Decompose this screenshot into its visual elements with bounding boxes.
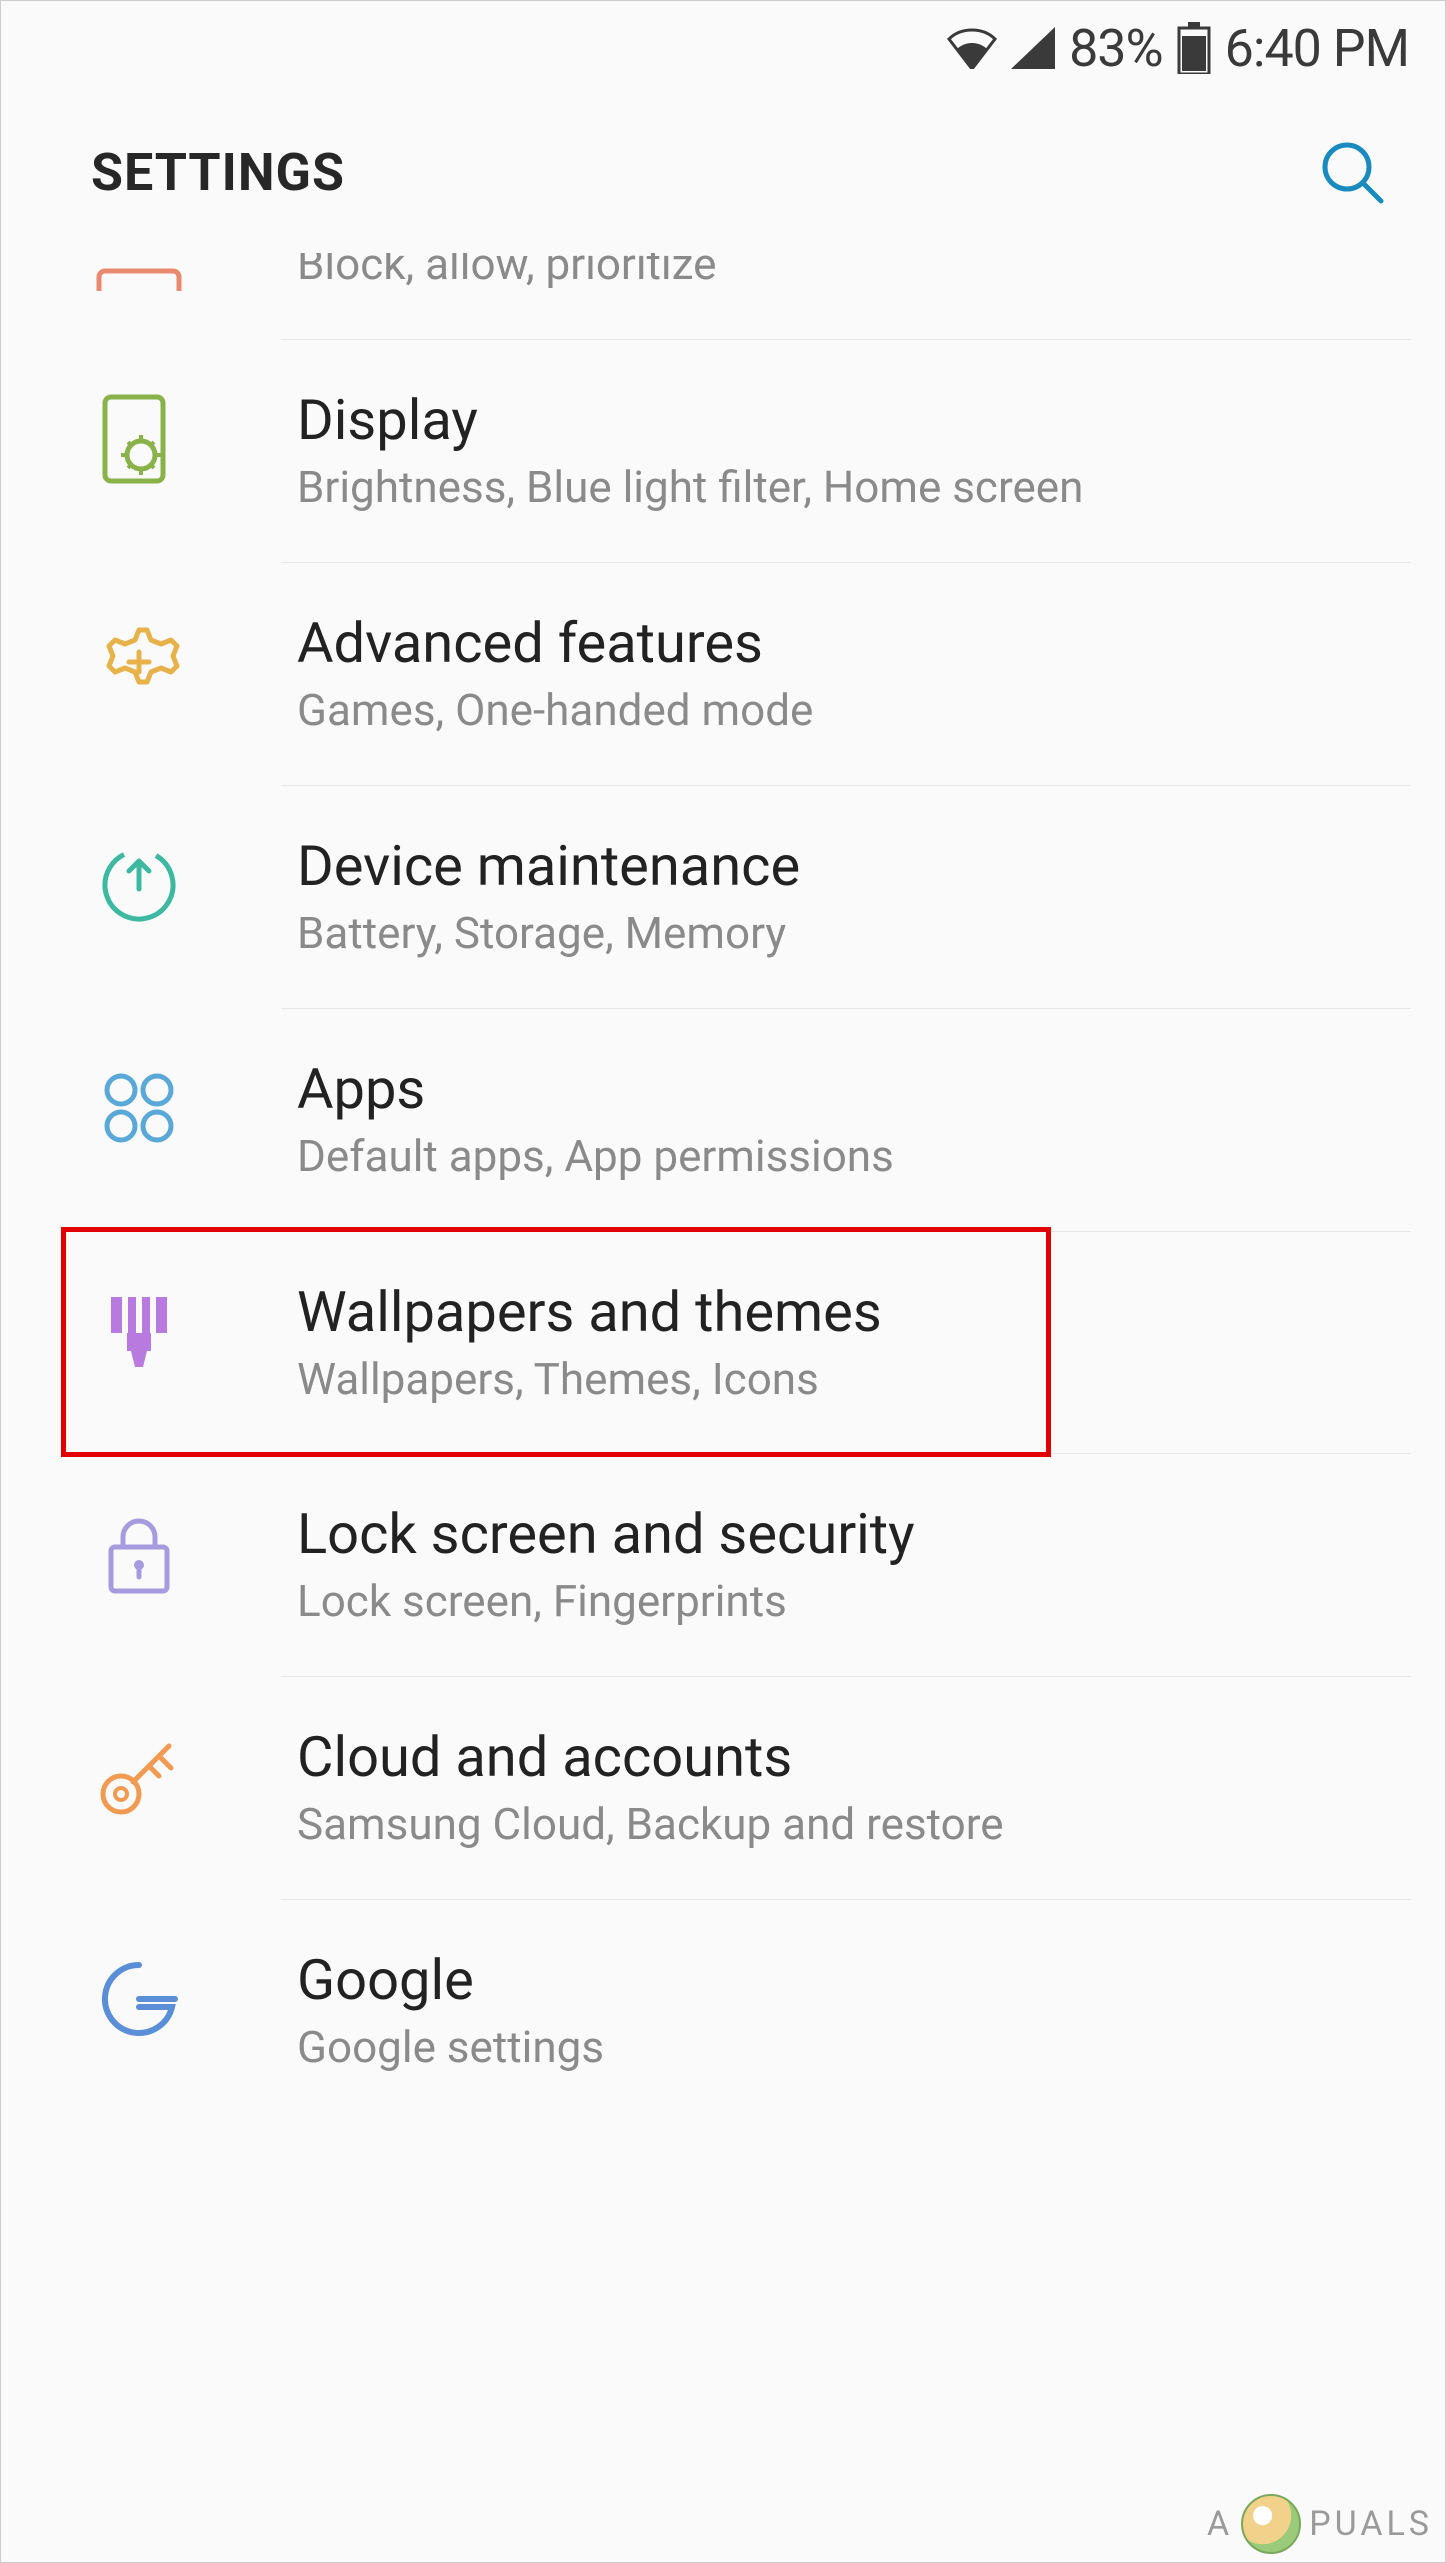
settings-item-sub: Default apps, App permissions [297, 1130, 894, 1183]
settings-item-cloud-accounts[interactable]: Cloud and accounts Samsung Cloud, Backup… [1, 1676, 1445, 1899]
apps-icon [91, 1060, 187, 1156]
clock-text: 6:40 PM [1225, 18, 1409, 79]
settings-item-sub: Battery, Storage, Memory [297, 907, 800, 960]
wallpapers-icon [91, 1283, 187, 1379]
settings-item-sub: Lock screen, Fingerprints [297, 1575, 915, 1628]
advanced-features-icon [91, 614, 187, 710]
notifications-icon [91, 253, 187, 291]
settings-item-title: Cloud and accounts [297, 1724, 1004, 1790]
watermark-text-a: A [1207, 2504, 1233, 2544]
watermark: A PUALS [1207, 2494, 1433, 2554]
settings-item-sub: Wallpapers, Themes, Icons [297, 1353, 882, 1406]
settings-item-sub: Brightness, Blue light filter, Home scre… [297, 461, 1083, 514]
device-maintenance-icon [91, 837, 187, 933]
battery-icon [1177, 22, 1211, 74]
page-title: SETTINGS [91, 142, 345, 203]
lock-icon [91, 1505, 187, 1601]
google-icon [91, 1951, 187, 2047]
battery-percentage: 83% [1069, 18, 1163, 79]
settings-item-sub: Games, One-handed mode [297, 684, 813, 737]
settings-item-title: Lock screen and security [297, 1501, 915, 1567]
settings-item-advanced-features[interactable]: Advanced features Games, One-handed mode [1, 562, 1445, 785]
signal-icon [1011, 27, 1055, 69]
settings-item-google[interactable]: Google Google settings [1, 1899, 1445, 2122]
settings-item-sub: Block, allow, prioritize [297, 253, 716, 291]
settings-item-display[interactable]: Display Brightness, Blue light filter, H… [1, 339, 1445, 562]
settings-item-title: Apps [297, 1056, 894, 1122]
settings-item-notifications[interactable]: Block, allow, prioritize [1, 253, 1445, 339]
watermark-avatar-icon [1241, 2494, 1301, 2554]
status-bar: 83% 6:40 PM [1, 1, 1445, 87]
key-icon [91, 1728, 187, 1824]
settings-item-title: Display [297, 387, 1083, 453]
search-icon [1317, 137, 1387, 207]
settings-item-sub: Google settings [297, 2021, 604, 2074]
settings-list: Block, allow, prioritize Display Brightn… [1, 253, 1445, 2122]
settings-item-title: Google [297, 1947, 604, 2013]
settings-item-title: Device maintenance [297, 833, 800, 899]
search-button[interactable] [1317, 137, 1387, 207]
settings-item-title: Wallpapers and themes [297, 1279, 882, 1345]
watermark-text-rest: PUALS [1309, 2504, 1433, 2544]
display-icon [91, 391, 187, 487]
settings-item-wallpapers-themes[interactable]: Wallpapers and themes Wallpapers, Themes… [1, 1231, 1445, 1454]
settings-item-title: Advanced features [297, 610, 813, 676]
wifi-icon [947, 27, 997, 69]
settings-item-device-maintenance[interactable]: Device maintenance Battery, Storage, Mem… [1, 785, 1445, 1008]
settings-screen: 83% 6:40 PM SETTINGS Block, allow, prior… [0, 0, 1446, 2563]
settings-item-sub: Samsung Cloud, Backup and restore [297, 1798, 1004, 1851]
settings-item-lock-screen[interactable]: Lock screen and security Lock screen, Fi… [1, 1453, 1445, 1676]
settings-item-apps[interactable]: Apps Default apps, App permissions [1, 1008, 1445, 1231]
header: SETTINGS [1, 87, 1445, 267]
